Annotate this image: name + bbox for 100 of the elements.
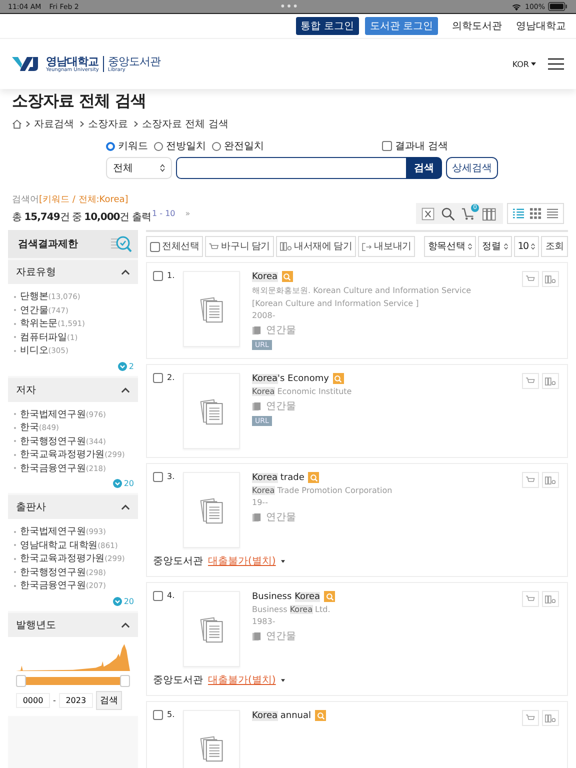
top-link[interactable]: 의학도서관	[452, 19, 502, 33]
page-title: 소장자료 전체 검색	[12, 91, 148, 112]
search-icon	[334, 374, 342, 382]
facet-title[interactable]: 출판사	[16, 500, 46, 514]
slider-handle[interactable]	[16, 674, 26, 686]
chevron-right-icon	[26, 121, 30, 127]
top-link[interactable]: 영남대학교	[516, 19, 566, 33]
radio-button[interactable]	[106, 142, 115, 150]
caret-icon[interactable]	[280, 678, 285, 682]
expand-icon[interactable]	[118, 362, 127, 370]
checkbox[interactable]	[153, 591, 163, 601]
library-button[interactable]	[542, 472, 559, 488]
radio-button[interactable]	[212, 142, 221, 150]
serial-icon	[252, 402, 261, 410]
caret-icon[interactable]	[280, 560, 285, 562]
checkbox[interactable]	[153, 373, 163, 383]
search-button[interactable]: 검색	[406, 157, 442, 179]
export-button[interactable]: 내보내기	[358, 236, 416, 257]
grid-view-icon[interactable]	[530, 208, 541, 219]
cart-icon	[526, 377, 535, 385]
facet-title[interactable]: 자료유형	[16, 265, 56, 279]
search-field[interactable]	[176, 157, 406, 179]
checkbox[interactable]	[153, 710, 163, 720]
chevron-up-icon[interactable]	[121, 269, 130, 275]
serial-icon	[252, 512, 261, 522]
breadcrumb-link[interactable]: 자료검색	[34, 117, 74, 131]
result-title[interactable]: Korea annual	[252, 710, 312, 720]
books-icon	[280, 242, 292, 251]
caret-icon	[531, 62, 536, 66]
result-title[interactable]: Korea trade	[252, 472, 304, 482]
library-button[interactable]	[542, 271, 559, 287]
books-icon[interactable]	[482, 206, 498, 220]
search-icon	[310, 474, 318, 482]
breadcrumb-link[interactable]: 소장자료	[88, 117, 128, 131]
scope-select[interactable]: 전체	[106, 157, 172, 179]
add-to-library-button[interactable]: 내서재에 담기	[276, 236, 356, 257]
year-from-field[interactable]: 0000	[16, 692, 50, 708]
checkbox[interactable]	[382, 141, 392, 151]
login-button[interactable]: 도서관 로그인	[364, 17, 438, 35]
login-button[interactable]: 통합 로그인	[296, 17, 359, 35]
query-text: [키워드 / 전체:Korea]	[39, 195, 128, 205]
chevron-up-icon[interactable]	[121, 386, 130, 392]
library-button[interactable]	[542, 710, 559, 726]
cart-icon[interactable]	[461, 206, 476, 221]
checkbox[interactable]	[153, 472, 163, 482]
facet-title[interactable]: 발행년도	[16, 618, 56, 632]
breadcrumb-link[interactable]: 소장자료 전체 검색	[142, 117, 228, 131]
radio-label: 완전일치	[224, 140, 264, 153]
checkbox[interactable]	[153, 271, 163, 281]
loan-status-link[interactable]: 대출불가(별치)	[208, 554, 276, 568]
document-stack-icon	[198, 496, 226, 524]
books-icon	[545, 594, 556, 604]
material-type: 연간물	[266, 400, 296, 413]
select-all-button[interactable]: 전체선택	[146, 236, 204, 257]
books-icon	[545, 376, 556, 386]
result-count: 총 15,749건 중 10,000건 출력	[12, 211, 152, 224]
dropdown-select[interactable]: 항목선택	[424, 236, 476, 257]
chevron-up-icon[interactable]	[121, 622, 130, 628]
result-title[interactable]: Korea	[252, 272, 278, 282]
library-button[interactable]	[542, 373, 559, 389]
wifi-icon	[510, 2, 522, 10]
advanced-search-button[interactable]: 상세검색	[446, 157, 498, 179]
radio-button[interactable]	[154, 142, 163, 150]
checkbox-label: 결과내 검색	[394, 140, 448, 153]
library-button[interactable]	[542, 591, 559, 607]
material-type: 연간물	[266, 324, 296, 337]
dropdown-select[interactable]: 정렬	[478, 236, 512, 257]
result-detail: 2008-	[252, 311, 276, 320]
chevron-up-icon[interactable]	[121, 504, 130, 510]
result-title[interactable]: Korea's Economy	[252, 374, 329, 384]
books-icon	[545, 476, 556, 484]
logo-library-name: 중앙도서관	[108, 56, 160, 66]
document-stack-icon	[198, 615, 226, 643]
slider-handle[interactable]	[120, 674, 130, 686]
loan-status-link[interactable]: 대출불가(별치)	[208, 673, 276, 687]
result-number: 4.	[167, 591, 175, 602]
year-to-field[interactable]: 2023	[58, 692, 93, 708]
document-stack-icon	[198, 397, 226, 425]
more-dots-icon	[280, 4, 298, 8]
excel-icon[interactable]	[421, 206, 435, 220]
apply-button[interactable]: 조회	[541, 236, 568, 257]
more-count: 20	[124, 479, 134, 488]
search-icon	[316, 712, 325, 720]
facet-title[interactable]: 저자	[16, 382, 36, 396]
holding-library: 중앙도서관	[153, 674, 203, 687]
expand-icon[interactable]	[112, 479, 122, 488]
list-view-icon[interactable]	[513, 208, 524, 219]
expand-icon[interactable]	[112, 596, 122, 606]
home-icon[interactable]	[12, 119, 22, 129]
search-icon[interactable]	[441, 206, 455, 220]
add-to-cart-button[interactable]: 바구니 담기	[205, 236, 274, 257]
checkbox[interactable]	[150, 242, 160, 252]
menu-icon[interactable]	[548, 58, 564, 70]
books-icon	[545, 274, 556, 284]
dropdown-select[interactable]: 10	[514, 236, 540, 257]
language-selector[interactable]: KOR	[512, 60, 536, 68]
compact-view-icon[interactable]	[547, 208, 558, 219]
cart-icon	[209, 242, 220, 250]
result-title[interactable]: Business Korea	[252, 592, 320, 602]
year-search-button[interactable]: 검색	[96, 690, 122, 710]
